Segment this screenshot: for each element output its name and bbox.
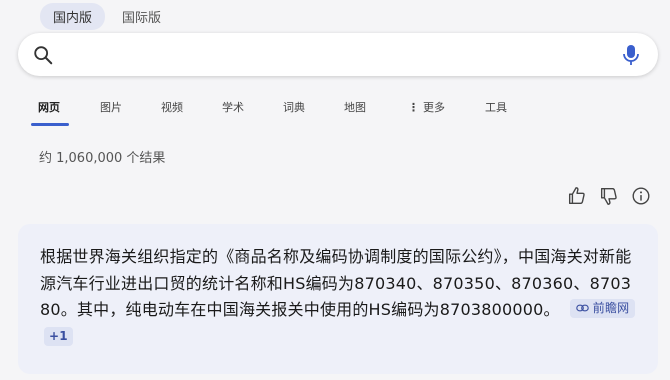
mic-icon[interactable] — [621, 43, 641, 67]
tab-international[interactable]: 国际版 — [109, 3, 174, 30]
more-dots-icon: ⋮ — [408, 101, 419, 114]
search-input[interactable] — [66, 41, 610, 69]
tab-images[interactable]: 图片 — [100, 99, 122, 115]
tab-tools[interactable]: 工具 — [485, 99, 507, 115]
feedback-buttons — [565, 185, 653, 207]
answer-card: 根据世界海关组织指定的《商品名称及编码协调制度的国际公约》，中国海关对新能源汽车… — [18, 224, 658, 374]
thumbs-up-icon[interactable] — [565, 185, 589, 207]
tab-more[interactable]: ⋮ 更多 — [408, 99, 445, 115]
search-icon[interactable] — [32, 44, 54, 66]
region-tabs: 国内版 国际版 — [40, 3, 174, 30]
active-tab-indicator — [31, 123, 69, 126]
info-icon[interactable] — [629, 185, 653, 207]
tab-videos[interactable]: 视频 — [161, 99, 183, 115]
answer-text: 根据世界海关组织指定的《商品名称及编码协调制度的国际公约》，中国海关对新能源汽车… — [40, 247, 632, 319]
answer-paragraph: 根据世界海关组织指定的《商品名称及编码协调制度的国际公约》，中国海关对新能源汽车… — [40, 244, 638, 350]
tab-academic[interactable]: 学术 — [222, 99, 244, 115]
tab-dictionary[interactable]: 词典 — [283, 99, 305, 115]
search-box[interactable] — [18, 33, 658, 76]
tab-maps[interactable]: 地图 — [344, 99, 366, 115]
citation-chip[interactable]: 前瞻网 — [569, 298, 636, 318]
vertical-nav: 网页 图片 视频 学术 词典 地图 ⋮ 更多 工具 — [0, 99, 670, 129]
tab-web[interactable]: 网页 — [38, 99, 60, 115]
result-count: 约 1,060,000 个结果 — [39, 151, 166, 166]
link-icon — [575, 304, 589, 312]
tab-domestic[interactable]: 国内版 — [40, 3, 106, 30]
citation-more-badge[interactable]: +1 — [44, 326, 73, 346]
tab-more-label: 更多 — [423, 101, 445, 114]
citation-label: 前瞻网 — [592, 300, 630, 315]
thumbs-down-icon[interactable] — [597, 185, 621, 207]
